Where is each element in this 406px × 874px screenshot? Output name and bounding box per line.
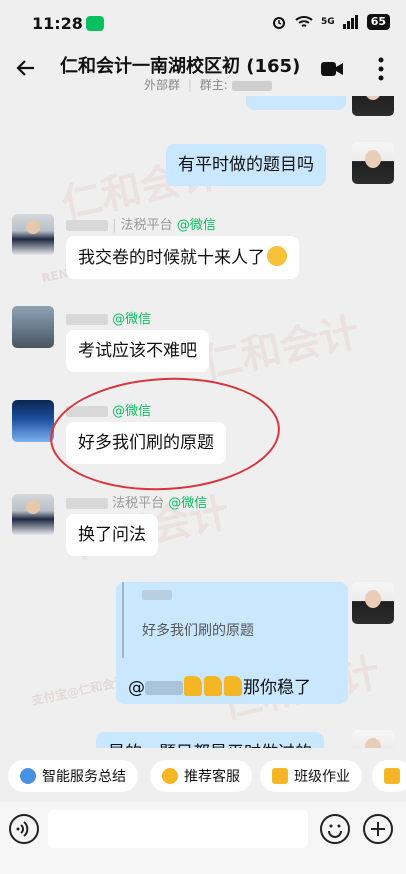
plus-icon[interactable] <box>363 814 393 844</box>
quote-sender-redacted <box>142 590 172 600</box>
chip-recommend-service[interactable]: 推荐客服 <box>150 760 252 792</box>
status-bar: 11:28 5G 65 <box>0 0 406 46</box>
message-bubble-self[interactable]: 有平时做的题目吗 <box>166 144 326 186</box>
wifi-icon <box>295 16 313 27</box>
thumbs-up-emoji-icon <box>224 676 242 696</box>
group-owner-label: 群主: <box>199 78 228 92</box>
chip-more[interactable] <box>372 760 406 792</box>
message-text: @ 那你稳了 <box>128 676 311 698</box>
voice-icon[interactable] <box>9 814 39 844</box>
thumbs-up-emoji-icon <box>184 676 202 696</box>
chip-smart-summary[interactable]: 智能服务总结 <box>8 760 138 792</box>
video-call-icon[interactable] <box>320 58 344 80</box>
avatar[interactable] <box>12 400 54 442</box>
message-bubble-other[interactable]: 考试应该不难吧 <box>66 330 209 372</box>
message-bubble-other[interactable]: 换了问法 <box>66 514 158 556</box>
quoted-message[interactable]: 好多我们刷的原题 <box>122 582 342 658</box>
signal-icon <box>342 15 358 29</box>
status-time: 11:28 <box>32 14 83 33</box>
message-bubble-partial <box>246 96 346 110</box>
sender-name: @微信 <box>66 308 151 327</box>
customer-service-icon <box>162 768 178 784</box>
thumbs-up-emoji-icon <box>204 676 222 696</box>
avatar[interactable] <box>352 582 394 624</box>
group-type: 外部群 <box>144 78 181 92</box>
chip-class-homework[interactable]: 班级作业 <box>260 760 362 792</box>
watermark: 仁和会计 <box>197 309 364 389</box>
mention-redacted <box>145 681 183 695</box>
avatar[interactable] <box>12 494 54 536</box>
message-bubble-other[interactable]: 我交卷的时候就十来人了 <box>66 236 299 279</box>
chat-area[interactable]: 仁和会计 仁和会计 仁和会计 仁和会计 支付宝@仁和会计教育2774 RENHE… <box>0 96 406 748</box>
status-icons: 5G 65 <box>271 14 390 30</box>
quote-text: 好多我们刷的原题 <box>142 623 254 639</box>
sender-name: 法税平台 @微信 <box>66 492 207 511</box>
message-bubble-self[interactable]: 是的，题目都是平时做过的 <box>96 732 324 748</box>
avatar[interactable] <box>12 214 54 256</box>
group-title: 仁和会计一南湖校区初 (165) <box>60 56 301 77</box>
group-owner-redacted <box>231 80 272 91</box>
more-icon[interactable] <box>376 56 386 82</box>
sender-name: | 法税平台 @微信 <box>66 214 216 233</box>
sender-redacted <box>66 220 108 231</box>
note-icon <box>384 768 400 784</box>
wechat-notification-icon <box>86 16 104 31</box>
group-subtitle: 外部群 | 群主: <box>144 76 272 93</box>
avatar[interactable] <box>12 306 54 348</box>
avatar[interactable] <box>352 142 394 184</box>
chat-header: 仁和会计一南湖校区初 (165) 外部群 | 群主: <box>0 46 406 96</box>
highlight-circle-annotation <box>47 372 283 496</box>
sender-redacted <box>66 498 108 509</box>
avatar[interactable] <box>352 96 394 116</box>
homework-icon <box>272 768 288 784</box>
sender-redacted <box>66 314 108 325</box>
ai-sparkle-icon <box>20 768 36 784</box>
signal-label: 5G <box>321 17 335 27</box>
quick-action-bar: 智能服务总结 推荐客服 班级作业 <box>0 748 406 802</box>
alarm-icon <box>273 17 286 29</box>
avatar[interactable] <box>352 730 394 748</box>
sweat-smile-emoji-icon <box>267 246 287 266</box>
emoji-icon[interactable] <box>320 814 350 844</box>
input-bar <box>0 802 406 874</box>
back-arrow-icon[interactable] <box>14 56 38 80</box>
battery-indicator: 65 <box>366 14 390 30</box>
message-input[interactable] <box>48 810 308 848</box>
